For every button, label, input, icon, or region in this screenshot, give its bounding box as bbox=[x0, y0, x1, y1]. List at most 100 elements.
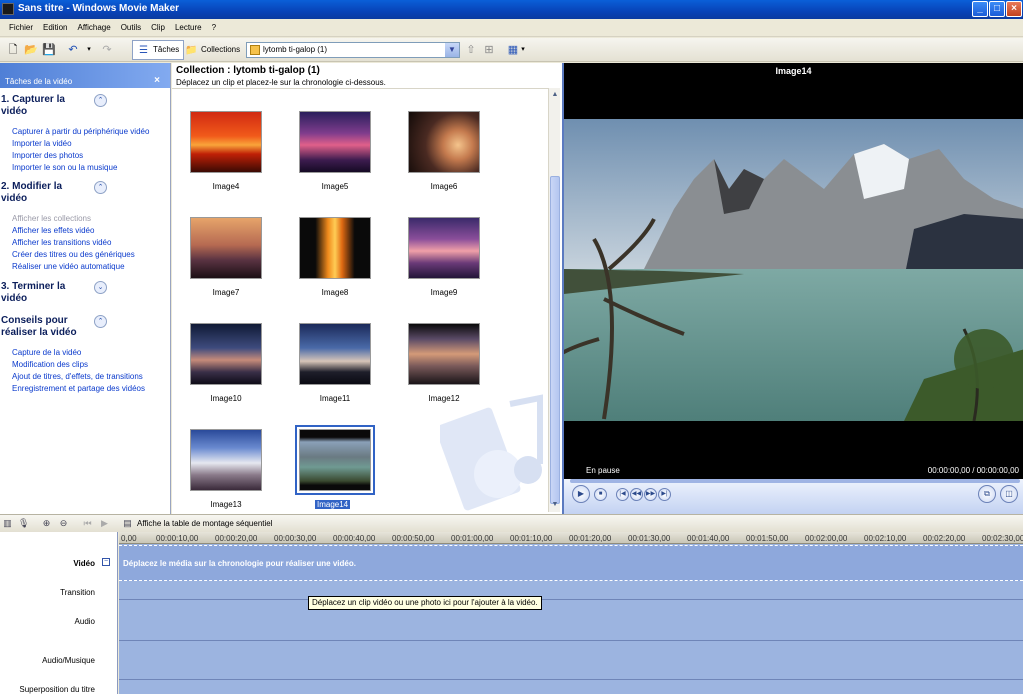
task-link[interactable]: Capturer à partir du périphérique vidéo bbox=[0, 126, 171, 138]
track-label-audio-music: Audio/Musique bbox=[42, 656, 95, 665]
task-link[interactable]: Importer la vidéo bbox=[0, 138, 171, 150]
clip-thumbnail[interactable]: Image13 bbox=[190, 429, 262, 509]
time-ruler[interactable]: 0,00 00:00:10,00 00:00:20,00 00:00:30,00… bbox=[119, 532, 1023, 544]
play-timeline-icon[interactable]: ▶ bbox=[99, 518, 110, 529]
task-link[interactable]: Capture de la vidéo bbox=[0, 347, 171, 359]
redo-icon[interactable]: ↷ bbox=[100, 43, 114, 57]
task-link[interactable]: Importer le son ou la musique bbox=[0, 162, 171, 174]
palm-beach-image bbox=[190, 217, 262, 279]
clip-caption: Image5 bbox=[321, 182, 349, 191]
section-title: Conseils pour réaliser la vidéo bbox=[1, 315, 77, 338]
collections-button[interactable]: 📁 Collections bbox=[180, 40, 245, 60]
clip-thumbnail[interactable]: Image10 bbox=[190, 323, 262, 403]
narrate-timeline-icon[interactable]: 🎙 bbox=[18, 518, 29, 529]
task-link[interactable]: Réaliser une vidéo automatique bbox=[0, 261, 171, 273]
task-link[interactable]: Importer des photos bbox=[0, 150, 171, 162]
chevron-up-icon[interactable]: ⌃ bbox=[94, 181, 107, 194]
clip-thumbnail[interactable]: Image6 bbox=[408, 111, 480, 191]
audio-track[interactable] bbox=[119, 601, 1023, 641]
scroll-thumb[interactable] bbox=[550, 176, 560, 504]
sunset-image bbox=[190, 111, 262, 173]
film-music-watermark-icon bbox=[440, 394, 543, 511]
tasks-icon: ☰ bbox=[139, 45, 148, 56]
fast-forward-icon[interactable]: ▶▶ bbox=[644, 488, 657, 501]
clip-caption: Image13 bbox=[210, 500, 242, 509]
new-project-icon[interactable]: 🗋 bbox=[6, 43, 20, 57]
clip-caption: Image14 bbox=[315, 500, 351, 509]
timeline[interactable]: 0,00 00:00:10,00 00:00:20,00 00:00:30,00… bbox=[119, 532, 1023, 694]
close-button[interactable]: × bbox=[1006, 1, 1022, 17]
preview-title: Image14 bbox=[775, 66, 812, 76]
clip-thumbnail[interactable]: Image11 bbox=[299, 323, 371, 403]
clip-thumbnail[interactable]: Image12 bbox=[408, 323, 480, 403]
task-link[interactable]: Afficher les transitions vidéo bbox=[0, 237, 171, 249]
menu-lecture[interactable]: Lecture bbox=[170, 20, 207, 35]
stop-icon[interactable]: ■ bbox=[594, 488, 607, 501]
clip-thumbnail[interactable]: Image9 bbox=[408, 217, 480, 297]
collapse-icon[interactable]: − bbox=[102, 558, 110, 566]
task-link[interactable]: Enregistrement et partage des vidéos bbox=[0, 383, 171, 395]
minimize-button[interactable]: _ bbox=[972, 1, 988, 17]
chevron-down-icon[interactable]: ⌄ bbox=[94, 281, 107, 294]
rewind-timeline-icon[interactable]: ⏮ bbox=[82, 518, 93, 529]
take-photo-icon[interactable]: ◫ bbox=[1000, 485, 1018, 503]
task-link[interactable]: Modification des clips bbox=[0, 359, 171, 371]
chevron-up-icon[interactable]: ⌃ bbox=[94, 94, 107, 107]
task-link[interactable]: Afficher les effets vidéo bbox=[0, 225, 171, 237]
next-frame-icon[interactable]: ▶| bbox=[658, 488, 671, 501]
collection-scrollbar[interactable]: ▲ ▼ bbox=[548, 88, 560, 512]
preview-status-bar: En pause 00:00:00,00 / 00:00:00,00 bbox=[564, 463, 1023, 479]
scroll-up-icon[interactable]: ▲ bbox=[550, 90, 560, 100]
title-overlay-track[interactable] bbox=[119, 681, 1023, 694]
task-link[interactable]: Ajout de titres, d'effets, de transition… bbox=[0, 371, 171, 383]
ruler-tick: 00:01:40,00 bbox=[687, 534, 730, 543]
up-level-icon[interactable]: ⇧ bbox=[464, 43, 478, 57]
scroll-down-icon[interactable]: ▼ bbox=[550, 500, 560, 510]
menu-clip[interactable]: Clip bbox=[146, 20, 170, 35]
audio-music-track[interactable] bbox=[119, 642, 1023, 680]
zoom-in-icon[interactable]: ⊕ bbox=[41, 518, 52, 529]
view-dropdown-icon[interactable]: ▾ bbox=[516, 43, 530, 57]
save-project-icon[interactable]: 💾 bbox=[42, 43, 56, 57]
maximize-button[interactable]: □ bbox=[989, 1, 1005, 17]
play-icon[interactable]: ▶ bbox=[572, 485, 590, 503]
storyboard-toggle-label[interactable]: Affiche la table de montage séquentiel bbox=[137, 519, 273, 528]
menu-help[interactable]: ? bbox=[207, 20, 221, 35]
clip-thumbnail-selected[interactable]: Image14 bbox=[295, 425, 375, 509]
tasks-button[interactable]: ☰ Tâches bbox=[132, 40, 185, 60]
lake-dawn-image bbox=[408, 323, 480, 385]
storyboard-icon[interactable]: ▤ bbox=[122, 518, 133, 529]
video-track[interactable]: Déplacez le média sur la chronologie pou… bbox=[119, 545, 1023, 581]
ruler-tick: 0,00 bbox=[121, 534, 137, 543]
seek-bar[interactable] bbox=[570, 479, 1020, 483]
undo-icon[interactable]: ↶ bbox=[66, 43, 80, 57]
transition-track[interactable] bbox=[119, 582, 1023, 600]
clip-thumbnail[interactable]: Image5 bbox=[299, 111, 371, 191]
menu-affichage[interactable]: Affichage bbox=[72, 20, 115, 35]
menu-edition[interactable]: Edition bbox=[38, 20, 72, 35]
new-collection-folder-icon[interactable]: ⊞ bbox=[482, 43, 496, 57]
clip-thumbnail[interactable]: Image7 bbox=[190, 217, 262, 297]
clip-thumbnail[interactable]: Image8 bbox=[299, 217, 371, 297]
section-title: 2. Modifier la vidéo bbox=[1, 181, 63, 204]
task-link[interactable]: Créer des titres ou des génériques bbox=[0, 249, 171, 261]
set-audio-levels-icon[interactable]: ▥ bbox=[2, 518, 13, 529]
rewind-icon[interactable]: ◀◀ bbox=[630, 488, 643, 501]
collection-select[interactable]: lytomb ti-galop (1) ▼ bbox=[246, 42, 460, 58]
ruler-tick: 00:01:00,00 bbox=[451, 534, 494, 543]
collection-subtitle: Déplacez un clip et placez-le sur la chr… bbox=[176, 78, 386, 87]
menu-outils[interactable]: Outils bbox=[116, 20, 146, 35]
close-icon[interactable]: × bbox=[154, 75, 160, 86]
playback-controls: ▶ ■ |◀ ◀◀ ▶▶ ▶| ⧉ ◫ bbox=[564, 479, 1023, 514]
chevron-up-icon[interactable]: ⌃ bbox=[94, 315, 107, 328]
previous-frame-icon[interactable]: |◀ bbox=[616, 488, 629, 501]
menu-fichier[interactable]: Fichier bbox=[4, 20, 38, 35]
split-clip-icon[interactable]: ⧉ bbox=[978, 485, 996, 503]
playback-time: 00:00:00,00 / 00:00:00,00 bbox=[927, 466, 1019, 475]
chevron-down-icon[interactable]: ▼ bbox=[445, 43, 459, 57]
zoom-out-icon[interactable]: ⊖ bbox=[58, 518, 69, 529]
preview-monitor: Image14 En pause 00:00:00,00 / 00:00:00,… bbox=[562, 63, 1023, 514]
clip-thumbnail[interactable]: Image4 bbox=[190, 111, 262, 191]
undo-dropdown-icon[interactable]: ▾ bbox=[82, 43, 96, 57]
open-project-icon[interactable]: 📂 bbox=[24, 43, 38, 57]
